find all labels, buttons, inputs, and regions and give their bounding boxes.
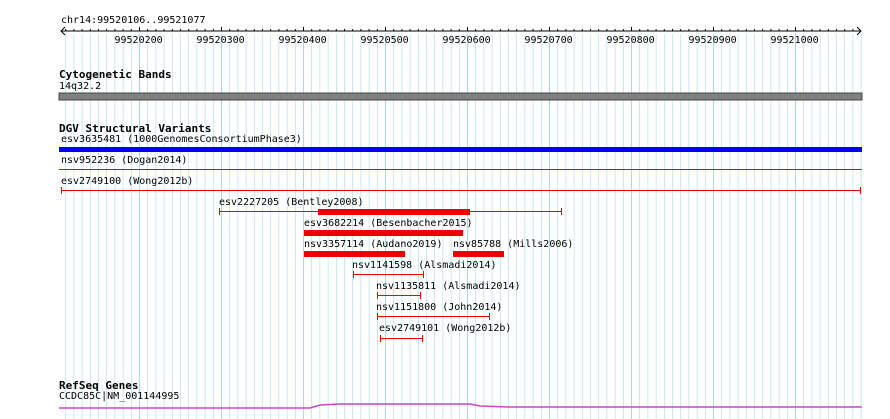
genome-browser-panel: chr14:99520106..99521077 99520200 9952030… bbox=[0, 0, 890, 419]
gene-label[interactable]: CCDC85C|NM_001144995 bbox=[59, 391, 179, 403]
feature-label[interactable]: esv2749100 (Wong2012b) bbox=[61, 176, 193, 188]
feature-label[interactable]: esv2749101 (Wong2012b) bbox=[379, 323, 511, 335]
feature-esv2749101[interactable] bbox=[380, 335, 423, 342]
ruler-tick-label: 99520500 bbox=[360, 35, 409, 46]
feature-esv2749100[interactable] bbox=[61, 187, 861, 194]
feature-nsv1135811[interactable] bbox=[377, 292, 421, 299]
feature-esv3635481[interactable] bbox=[59, 147, 862, 152]
feature-esv2227205[interactable] bbox=[219, 208, 562, 215]
feature-label[interactable]: esv3635481 (1000GenomesConsortiumPhase3) bbox=[61, 134, 302, 146]
cytoband-label: 14q32.2 bbox=[59, 81, 102, 92]
feature-nsv3357114[interactable] bbox=[304, 251, 405, 257]
ruler-tick-label: 99520700 bbox=[524, 35, 573, 46]
locus-label: chr14:99520106..99521077 bbox=[61, 15, 206, 26]
feature-label[interactable]: nsv1141598 (Alsmadi2014) bbox=[352, 260, 497, 272]
feature-label[interactable]: nsv952236 (Dogan2014) bbox=[61, 155, 187, 167]
feature-ccdc85c[interactable] bbox=[59, 403, 862, 409]
feature-label[interactable]: nsv1135811 (Alsmadi2014) bbox=[376, 281, 521, 293]
ruler bbox=[60, 26, 862, 36]
ruler-tick-label: 99520600 bbox=[442, 35, 491, 46]
track-title-cytoband: Cytogenetic Bands bbox=[59, 68, 172, 81]
feature-nsv1141598[interactable] bbox=[353, 271, 424, 278]
ruler-tick-label: 99520900 bbox=[688, 35, 737, 46]
cytoband-bar[interactable] bbox=[58, 92, 863, 101]
ruler-tick-label: 99520400 bbox=[278, 35, 327, 46]
feature-label[interactable]: nsv85788 (Mills2006) bbox=[453, 239, 573, 251]
feature-nsv85788[interactable] bbox=[453, 251, 504, 257]
feature-label[interactable]: nsv3357114 (Audano2019) bbox=[304, 239, 442, 251]
ruler-tick-label: 99520800 bbox=[606, 35, 655, 46]
feature-label[interactable]: esv3682214 (Besenbacher2015) bbox=[304, 218, 473, 230]
ruler-tick-label: 99520300 bbox=[196, 35, 245, 46]
feature-label[interactable]: esv2227205 (Bentley2008) bbox=[219, 197, 364, 209]
ruler-tick-label: 99520200 bbox=[114, 35, 163, 46]
ruler-tick-label: 99521000 bbox=[770, 35, 819, 46]
feature-label[interactable]: nsv1151800 (John2014) bbox=[376, 302, 502, 314]
browser-canvas bbox=[58, 26, 863, 419]
feature-esv3682214[interactable] bbox=[304, 230, 463, 236]
